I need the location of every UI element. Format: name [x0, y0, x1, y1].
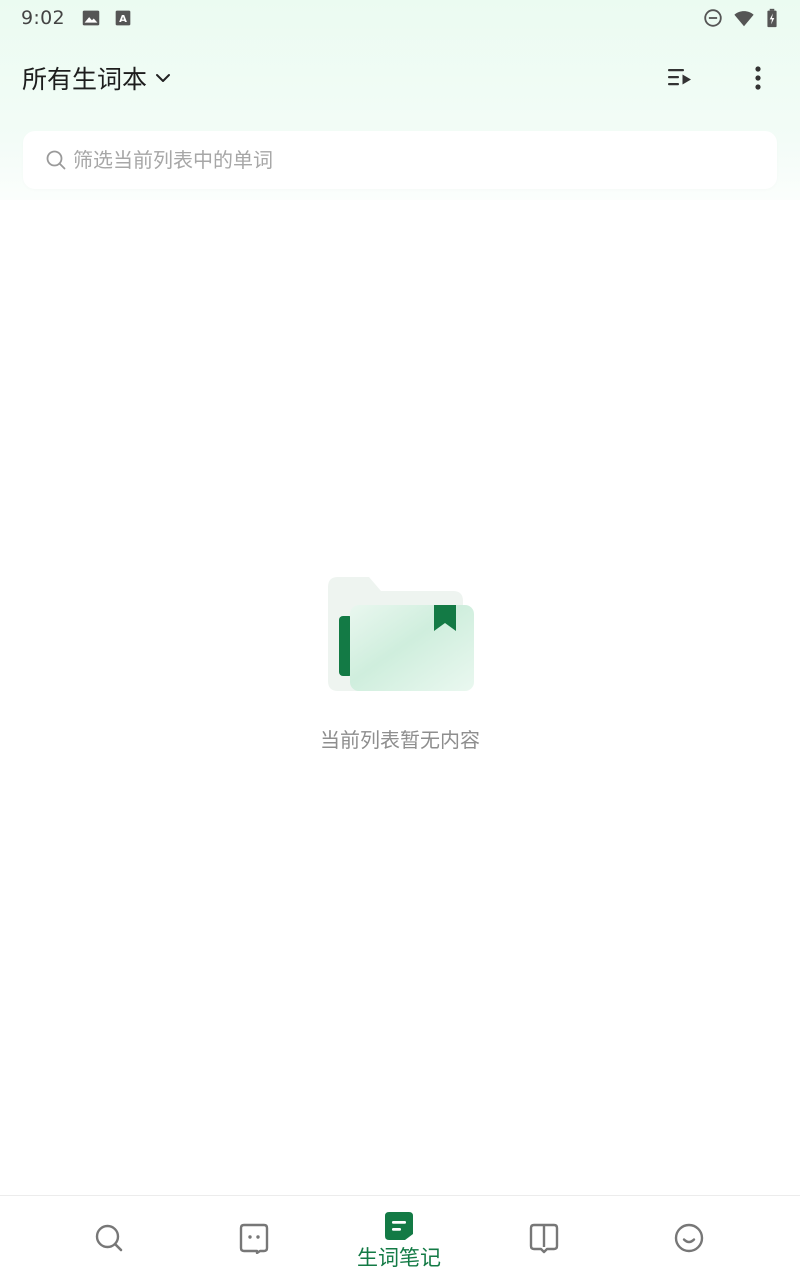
nav-label-vocab-notes: 生词笔记 — [357, 1246, 441, 1270]
search-input[interactable] — [73, 131, 763, 189]
bottom-navigation: 生词笔记 — [0, 1195, 800, 1281]
note-icon — [385, 1212, 413, 1240]
more-vertical-icon — [755, 66, 761, 90]
search-icon — [46, 150, 66, 170]
playlist-play-icon — [668, 69, 691, 86]
search-icon — [95, 1224, 123, 1252]
nav-item-profile[interactable] — [619, 1196, 759, 1281]
folder-bookmark-icon — [328, 577, 474, 691]
wordbook-selector[interactable]: 所有生词本 — [22, 60, 173, 96]
more-options-button[interactable] — [736, 56, 780, 100]
font-a-icon: A — [115, 10, 131, 26]
smile-icon — [674, 1223, 704, 1253]
nav-item-book[interactable] — [474, 1196, 614, 1281]
chat-icon — [239, 1223, 269, 1254]
chevron-down-icon — [156, 74, 171, 82]
search-bar[interactable] — [23, 131, 777, 189]
wifi-icon — [734, 11, 754, 27]
image-icon — [82, 10, 100, 26]
nav-item-chat[interactable] — [184, 1196, 324, 1281]
nav-item-search[interactable] — [39, 1196, 179, 1281]
battery-charging-icon — [767, 8, 777, 28]
playlist-play-button[interactable] — [658, 56, 702, 100]
book-icon — [529, 1223, 559, 1254]
do-not-disturb-icon — [704, 9, 722, 27]
top-app-bar: 所有生词本 — [0, 48, 800, 108]
page-title: 所有生词本 — [22, 65, 148, 94]
nav-item-vocab-notes[interactable]: 生词笔记 — [329, 1196, 469, 1281]
empty-state-message: 当前列表暂无内容 — [320, 728, 480, 752]
status-time: 9:02 — [21, 7, 65, 29]
status-bar: 9:02 A — [0, 0, 800, 36]
svg-text:A: A — [119, 14, 127, 25]
